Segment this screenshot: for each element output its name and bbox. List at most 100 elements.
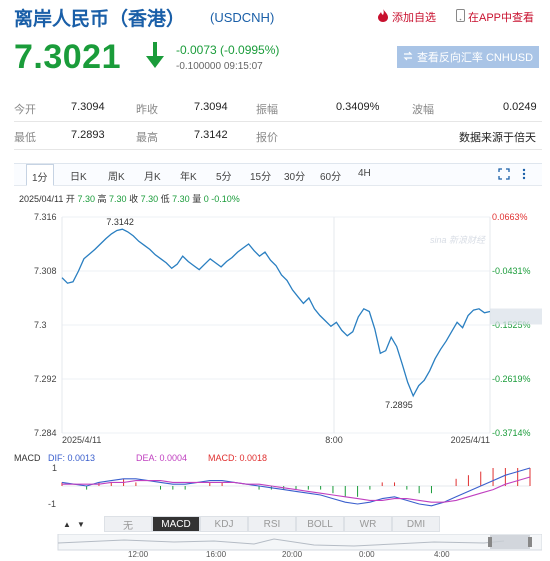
ohlc-high: 7.30 <box>109 194 127 204</box>
wave-value: 0.0249 <box>503 101 537 113</box>
tab-30min[interactable]: 30分 <box>284 168 305 183</box>
ohlc-open: 7.30 <box>77 194 95 204</box>
last-value-band <box>490 308 542 325</box>
y-tick-label: 7.308 <box>34 266 57 276</box>
time-navigator[interactable]: 12:00 16:00 20:00 0:00 4:00 <box>14 534 542 559</box>
ohlc-close-label: 收 <box>129 194 139 204</box>
indicator-dmi[interactable]: DMI <box>392 516 440 532</box>
stats-table: 今开 7.3094 昨收 7.3094 振幅 0.3409% 波幅 0.0249… <box>14 94 542 150</box>
quote-label: 报价 <box>256 132 278 144</box>
prev-close-label: 昨收 <box>136 104 158 116</box>
high-annotation: 7.3142 <box>106 217 134 227</box>
navigator-window <box>490 535 530 549</box>
price-change: -0.0073 (-0.0995%) <box>176 43 280 57</box>
navigator-label: 4:00 <box>434 550 450 559</box>
add-watchlist-button[interactable]: 添加自选 <box>377 9 436 25</box>
ohlc-volume-label: 量 <box>192 194 202 204</box>
pct-tick-label: 0.0663% <box>492 212 528 222</box>
open-label: 今开 <box>14 104 36 116</box>
tab-15min[interactable]: 15分 <box>250 168 271 183</box>
tab-year[interactable]: 年K <box>180 168 197 183</box>
y-tick-label: 7.292 <box>34 374 57 384</box>
price-chart[interactable]: 7.316 0.0663%7.308 -0.0431%7.3 -0.1525%7.29… <box>14 209 542 444</box>
page-title: 离岸人民币（香港） <box>14 9 186 30</box>
open-in-app-button[interactable]: 在APP中查看 <box>456 9 534 25</box>
y-tick-label: 7.316 <box>34 212 57 222</box>
ohlc-open-label: 开 <box>65 194 75 204</box>
navigator-label: 0:00 <box>359 550 375 559</box>
indicator-macd[interactable]: MACD <box>152 516 200 532</box>
y-tick-label: 7.284 <box>34 428 57 438</box>
pct-tick-label: -0.2619% <box>492 374 531 384</box>
ohlc-low-label: 低 <box>160 194 170 204</box>
ohlc-close: 7.30 <box>140 194 159 204</box>
current-price: 7.3021 <box>14 38 121 76</box>
x-label-end: 2025/4/11 <box>451 435 490 444</box>
quote-summary: 7.3021 -0.0073 (-0.0995%) -0.100000 09:1… <box>0 34 550 84</box>
ohlc-date: 2025/04/11 <box>19 194 64 204</box>
add-watchlist-label: 添加自选 <box>392 12 436 24</box>
macd-dea-label: DEA: 0.0004 <box>136 453 187 463</box>
amplitude-label: 振幅 <box>256 104 278 116</box>
pct-tick-label: -0.3714% <box>492 428 531 438</box>
price-line <box>61 228 491 398</box>
tab-60min[interactable]: 60分 <box>320 168 341 183</box>
indicator-kdj[interactable]: KDJ <box>200 516 248 532</box>
stats-row-1: 今开 7.3094 昨收 7.3094 振幅 0.3409% 波幅 0.0249 <box>14 94 542 122</box>
ohlc-pct: -0.10% <box>211 194 240 204</box>
tab-1min[interactable]: 1分 <box>26 164 54 186</box>
fullscreen-icon[interactable] <box>498 168 510 183</box>
down-arrow-icon <box>144 40 166 75</box>
chart-panel: 1分 日K 周K 月K 年K 5分 15分 30分 60分 4H 2025/04… <box>14 163 542 559</box>
indicator-rsi[interactable]: RSI <box>248 516 296 532</box>
scroll-right-icon[interactable]: ▼ <box>74 516 88 532</box>
watermark: sina 新浪财经 <box>430 235 486 245</box>
navigator-handle-left[interactable] <box>488 537 492 547</box>
high-value: 7.3142 <box>194 129 228 141</box>
macd-tick: -1 <box>48 499 56 509</box>
tab-month[interactable]: 月K <box>144 168 161 183</box>
reverse-rate-button[interactable]: 查看反向汇率 CNHUSD <box>397 46 539 68</box>
open-value: 7.3094 <box>71 101 105 113</box>
macd-tick: 1 <box>52 463 57 473</box>
indicator-wr[interactable]: WR <box>344 516 392 532</box>
data-source: 数据来源于倍天 <box>459 132 536 144</box>
macd-value-label: MACD: 0.0018 <box>208 453 267 463</box>
macd-dea-line <box>62 476 531 503</box>
navigator-handle-right[interactable] <box>528 537 532 547</box>
period-tabs: 1分 日K 周K 月K 年K 5分 15分 30分 60分 4H <box>14 164 542 186</box>
tab-day[interactable]: 日K <box>70 168 87 183</box>
phone-icon <box>456 9 465 25</box>
navigator-track <box>57 534 542 551</box>
navigator-label: 12:00 <box>128 550 149 559</box>
stats-row-2: 最低 7.2893 最高 7.3142 报价 数据来源于倍天 <box>14 122 542 150</box>
low-value: 7.2893 <box>71 129 105 141</box>
tab-week[interactable]: 周K <box>108 168 125 183</box>
more-options-icon[interactable] <box>522 168 526 183</box>
macd-title: MACD <box>14 453 41 463</box>
tab-5min[interactable]: 5分 <box>216 168 232 183</box>
low-annotation: 7.2895 <box>385 400 413 410</box>
swap-icon <box>403 51 413 64</box>
indicator-boll[interactable]: BOLL <box>296 516 344 532</box>
indicator-none[interactable]: 无 <box>104 516 152 532</box>
x-label-start: 2025/4/11 <box>62 435 101 444</box>
amplitude-value: 0.3409% <box>336 101 380 113</box>
ohlc-volume: 0 <box>203 194 209 204</box>
y-tick-label: 7.3 <box>34 320 47 330</box>
ohlc-high-label: 高 <box>97 194 107 204</box>
ohlc-readout: 2025/04/11 开 7.30 高 7.30 收 7.30 低 7.30 量… <box>19 192 240 205</box>
open-in-app-label: 在APP中查看 <box>468 12 535 24</box>
flame-icon <box>377 9 389 25</box>
navigator-label: 20:00 <box>282 550 303 559</box>
x-label-mid: 8:00 <box>325 435 343 444</box>
macd-chart: MACD DIF: 0.0013 DEA: 0.0004 MACD: 0.0018 1 -… <box>14 453 531 509</box>
prev-close-value: 7.3094 <box>194 101 228 113</box>
low-label: 最低 <box>14 132 36 144</box>
pct-tick-label: -0.0431% <box>492 266 531 276</box>
tab-4h[interactable]: 4H <box>358 168 371 179</box>
scroll-left-icon[interactable]: ▲ <box>60 516 74 532</box>
macd-dif-label: DIF: 0.0013 <box>48 453 95 463</box>
page-header: 离岸人民币（香港） (USDCNH) 添加自选 在APP中查看 <box>0 0 550 34</box>
wave-label: 波幅 <box>412 104 434 116</box>
